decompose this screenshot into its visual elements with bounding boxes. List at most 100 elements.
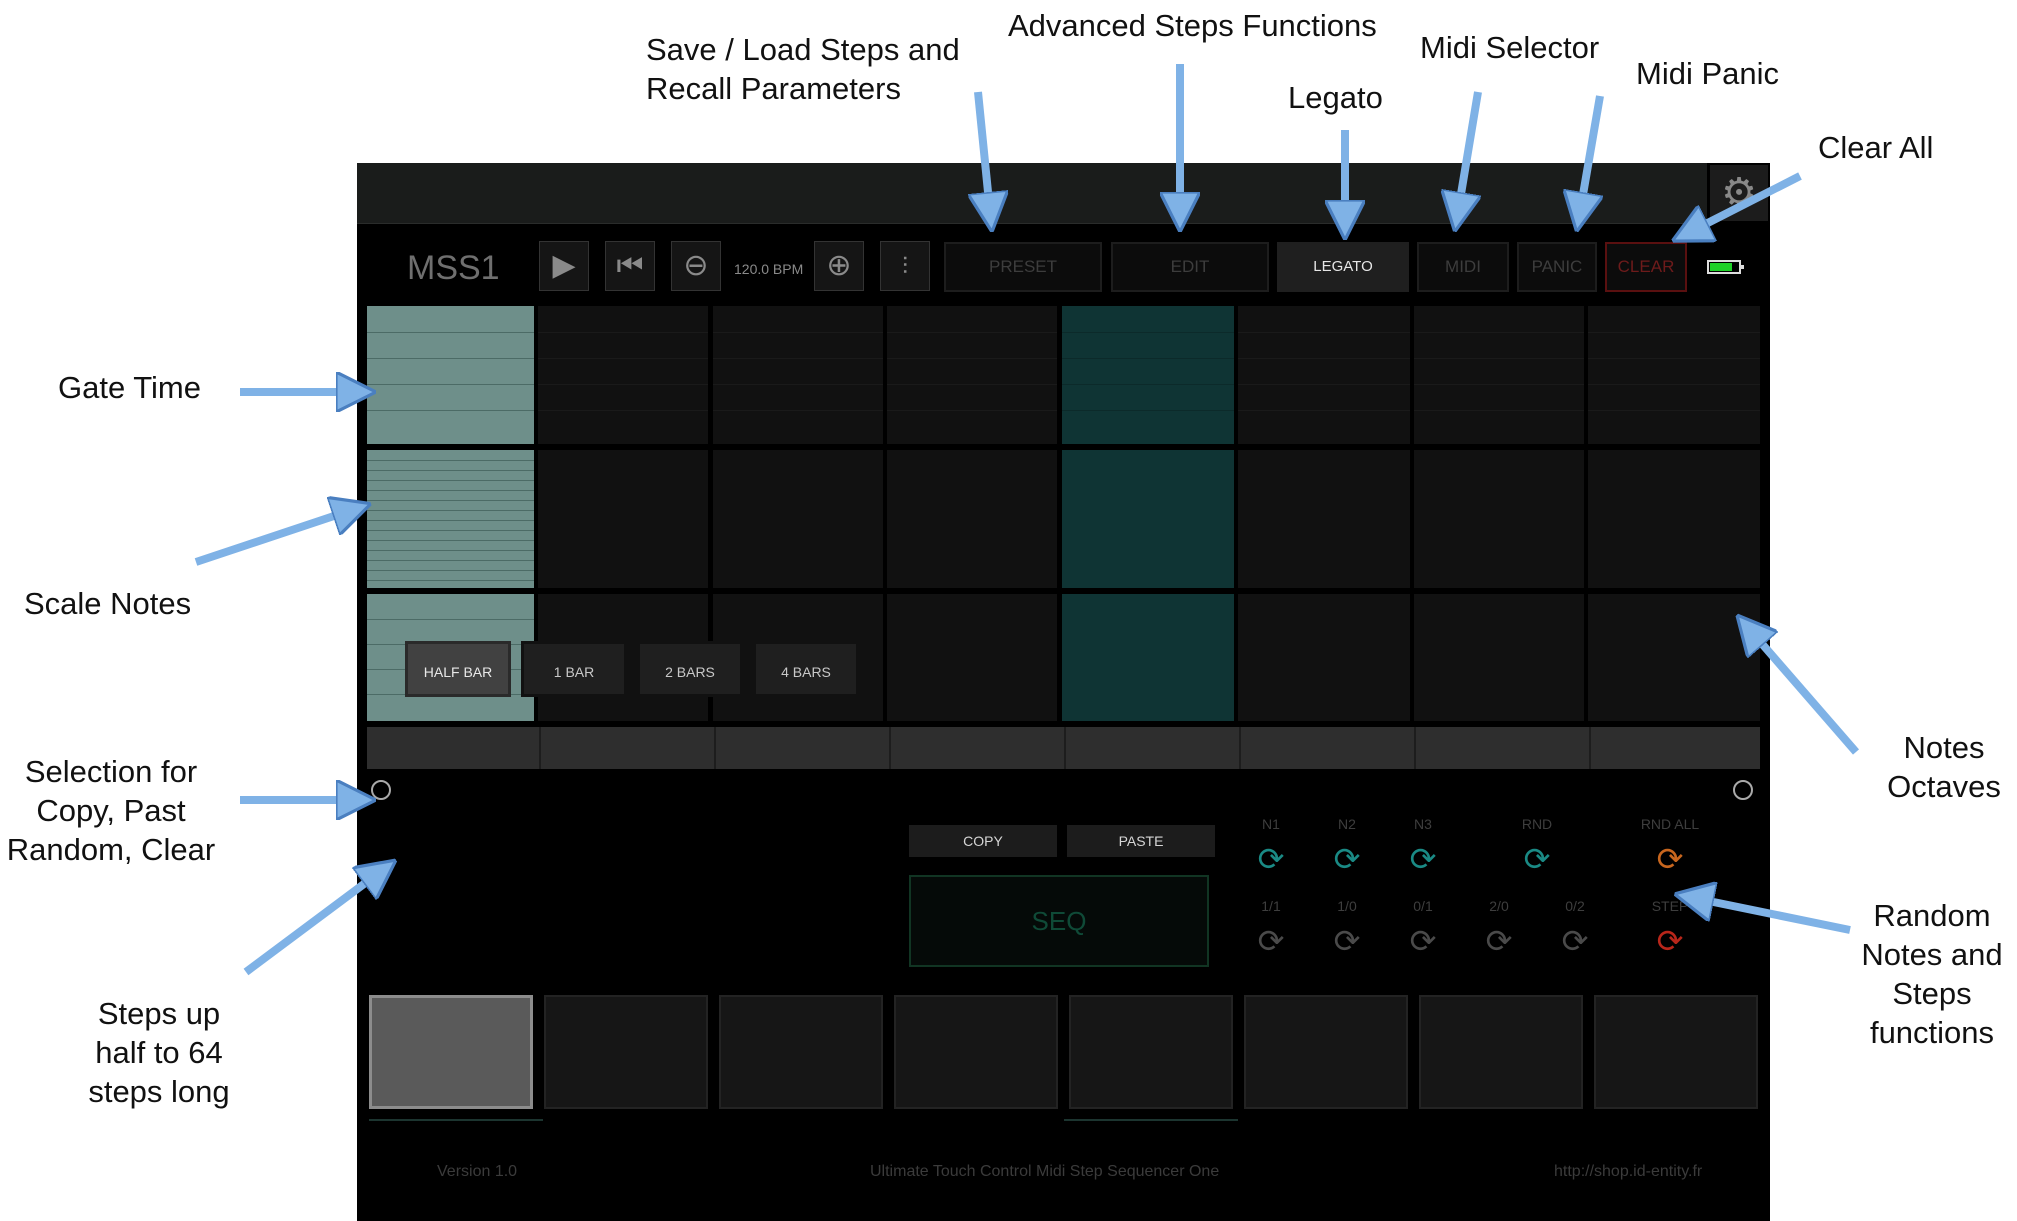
- sequencer-app: ⚙ MSS1 ▶ ⏮ ⊖ 120.0 BPM ⊕ ⫶ PRESET EDIT L…: [357, 163, 1770, 1221]
- annotation-selection: Selection for Copy, Past Random, Clear: [6, 754, 216, 867]
- octave-step-8[interactable]: [1588, 594, 1760, 721]
- random-label-1-0: 1/0: [1337, 898, 1357, 914]
- preset-button[interactable]: PRESET: [944, 242, 1102, 292]
- top-bar: [357, 163, 1707, 224]
- scale-notes-step-7[interactable]: [1414, 450, 1584, 588]
- random-label-0-1: 0/1: [1413, 898, 1433, 914]
- scale-notes-step-8[interactable]: [1588, 450, 1760, 588]
- random-label-rnd: RND: [1521, 816, 1553, 832]
- refresh-icon-2-0[interactable]: ⟳: [1469, 923, 1529, 959]
- step-pad-6[interactable]: [1244, 995, 1408, 1109]
- page-indicator-2: [1064, 1119, 1238, 1121]
- random-label-2-0: 2/0: [1489, 898, 1509, 914]
- refresh-icon-n2[interactable]: ⟳: [1317, 841, 1377, 877]
- step-pad-5[interactable]: [1069, 995, 1233, 1109]
- rewind-button[interactable]: ⏮: [605, 241, 655, 291]
- annotation-save-load: Save / Load Steps and Recall Parameters: [646, 32, 960, 106]
- scale-notes-step-1[interactable]: [367, 450, 534, 588]
- copy-button[interactable]: COPY: [909, 825, 1057, 857]
- selection-start-handle[interactable]: [371, 780, 391, 800]
- octave-bar-4[interactable]: [891, 727, 1066, 769]
- half-bar-button[interactable]: HALF BAR: [405, 641, 511, 697]
- octave-step-4[interactable]: [887, 594, 1057, 721]
- two-bars-button[interactable]: 2 BARS: [637, 641, 743, 697]
- octave-bar-5[interactable]: [1066, 727, 1241, 769]
- legato-button[interactable]: LEGATO: [1277, 242, 1409, 292]
- annotation-gate-time: Gate Time: [58, 370, 201, 405]
- minus-icon: ⊖: [683, 248, 709, 283]
- gate-time-step-2[interactable]: [538, 306, 708, 444]
- battery-icon: [1707, 260, 1744, 274]
- random-label-n3: N3: [1414, 816, 1432, 832]
- selection-end-handle[interactable]: [1733, 780, 1753, 800]
- footer-url[interactable]: http://shop.id-entity.fr: [1554, 1163, 1702, 1181]
- scale-notes-step-2[interactable]: [538, 450, 708, 588]
- gate-time-step-8[interactable]: [1588, 306, 1760, 444]
- refresh-icon-step[interactable]: ⟳: [1640, 923, 1700, 959]
- random-label-rnd-all: RND ALL: [1640, 816, 1700, 832]
- arrow-scale-notes: [194, 510, 352, 566]
- play-button[interactable]: ▶: [539, 241, 589, 291]
- rewind-icon: ⏮: [616, 248, 644, 283]
- annotation-steps-long: Steps up half to 64 steps long: [88, 996, 230, 1109]
- edit-button[interactable]: EDIT: [1111, 242, 1269, 292]
- refresh-icon-1-1[interactable]: ⟳: [1241, 923, 1301, 959]
- gate-time-step-1[interactable]: [367, 306, 534, 444]
- step-pad-2[interactable]: [544, 995, 708, 1109]
- refresh-icon-1-0[interactable]: ⟳: [1317, 923, 1377, 959]
- footer-app-name: Ultimate Touch Control Midi Step Sequenc…: [870, 1163, 1220, 1180]
- octave-bar-3[interactable]: [716, 727, 891, 769]
- annotation-midi-selector: Midi Selector: [1420, 30, 1600, 65]
- refresh-icon-n1[interactable]: ⟳: [1241, 841, 1301, 877]
- gear-icon[interactable]: ⚙: [1710, 165, 1768, 221]
- bpm-increase-button[interactable]: ⊕: [814, 241, 864, 291]
- footer-version: Version 1.0: [437, 1163, 518, 1180]
- octave-step-5[interactable]: [1062, 594, 1234, 721]
- step-pad-7[interactable]: [1419, 995, 1583, 1109]
- scale-notes-step-5[interactable]: [1062, 450, 1234, 588]
- step-pad-8[interactable]: [1594, 995, 1758, 1109]
- octave-step-7[interactable]: [1414, 594, 1584, 721]
- scale-notes-step-6[interactable]: [1238, 450, 1410, 588]
- annotation-scale-notes: Scale Notes: [24, 586, 192, 621]
- refresh-icon-rnd-all[interactable]: ⟳: [1640, 841, 1700, 877]
- refresh-icon-n3[interactable]: ⟳: [1393, 841, 1453, 877]
- step-pad-4[interactable]: [894, 995, 1058, 1109]
- page-indicator-1: [369, 1119, 543, 1121]
- play-icon: ▶: [552, 248, 576, 283]
- mixer-button[interactable]: ⫶: [880, 241, 930, 291]
- octave-bar-1[interactable]: [367, 727, 541, 769]
- octave-bar-8[interactable]: [1591, 727, 1760, 769]
- step-pad-1[interactable]: [369, 995, 533, 1109]
- clear-button[interactable]: CLEAR: [1605, 242, 1687, 292]
- octave-bar-7[interactable]: [1416, 727, 1591, 769]
- paste-button[interactable]: PASTE: [1067, 825, 1215, 857]
- mixer-icon: ⫶: [902, 252, 908, 280]
- gate-time-step-5[interactable]: [1062, 306, 1234, 444]
- octave-step-6[interactable]: [1238, 594, 1410, 721]
- annotation-clear-all: Clear All: [1818, 130, 1934, 165]
- octave-bar-2[interactable]: [541, 727, 716, 769]
- gate-time-step-4[interactable]: [887, 306, 1057, 444]
- refresh-icon-0-2[interactable]: ⟳: [1545, 923, 1605, 959]
- random-label-step: STEP: [1651, 898, 1689, 914]
- seq-button[interactable]: SEQ: [909, 875, 1209, 967]
- annotation-random-functions: Random Notes and Steps functions: [1861, 898, 2003, 1050]
- bpm-display: 120.0 BPM: [734, 261, 804, 277]
- bpm-decrease-button[interactable]: ⊖: [671, 241, 721, 291]
- random-label-n2: N2: [1338, 816, 1356, 832]
- gate-time-step-3[interactable]: [713, 306, 883, 444]
- gate-time-step-6[interactable]: [1238, 306, 1410, 444]
- four-bars-button[interactable]: 4 BARS: [753, 641, 859, 697]
- refresh-icon-0-1[interactable]: ⟳: [1393, 923, 1453, 959]
- octave-bar-6[interactable]: [1241, 727, 1416, 769]
- refresh-icon-rnd[interactable]: ⟳: [1507, 841, 1567, 877]
- panic-button[interactable]: PANIC: [1517, 242, 1597, 292]
- gate-time-step-7[interactable]: [1414, 306, 1584, 444]
- scale-notes-step-3[interactable]: [713, 450, 883, 588]
- one-bar-button[interactable]: 1 BAR: [521, 641, 627, 697]
- midi-button[interactable]: MIDI: [1417, 242, 1509, 292]
- step-pad-3[interactable]: [719, 995, 883, 1109]
- annotation-notes-octaves: Notes Octaves: [1887, 730, 2001, 804]
- scale-notes-step-4[interactable]: [887, 450, 1057, 588]
